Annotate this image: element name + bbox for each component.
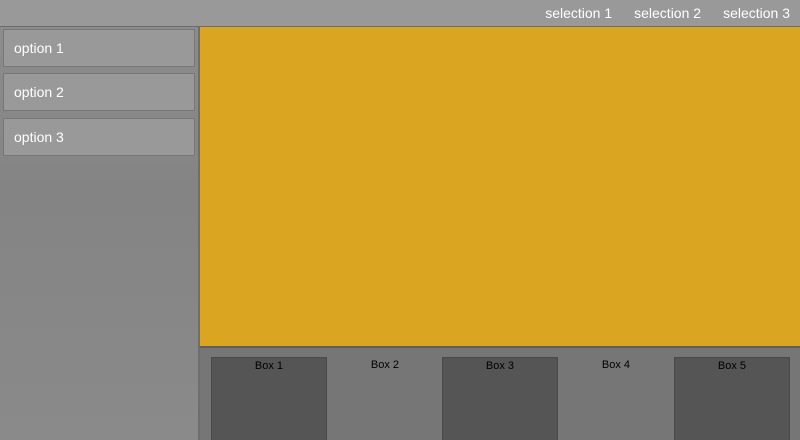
box-3[interactable]: Box 3 [442, 357, 558, 440]
box-2[interactable]: Box 2 [327, 357, 443, 440]
top-bar: selection 1 selection 2 selection 3 [0, 0, 800, 27]
main-content-panel [199, 27, 800, 346]
top-nav-selection-1[interactable]: selection 1 [533, 0, 622, 27]
box-5[interactable]: Box 5 [674, 357, 790, 440]
top-nav: selection 1 selection 2 selection 3 [533, 0, 800, 27]
app-window: selection 1 selection 2 selection 3 opti… [0, 0, 800, 440]
sidebar-item-option-2[interactable]: option 2 [3, 73, 195, 111]
top-nav-selection-3[interactable]: selection 3 [711, 0, 800, 27]
box-4[interactable]: Box 4 [558, 357, 674, 440]
sidebar: option 1 option 2 option 3 [0, 27, 199, 440]
top-nav-selection-2[interactable]: selection 2 [622, 0, 711, 27]
bottom-box-strip: Box 1 Box 2 Box 3 Box 4 Box 5 [199, 346, 800, 440]
sidebar-item-option-3[interactable]: option 3 [3, 118, 195, 156]
sidebar-item-option-1[interactable]: option 1 [3, 29, 195, 67]
box-1[interactable]: Box 1 [211, 357, 327, 440]
